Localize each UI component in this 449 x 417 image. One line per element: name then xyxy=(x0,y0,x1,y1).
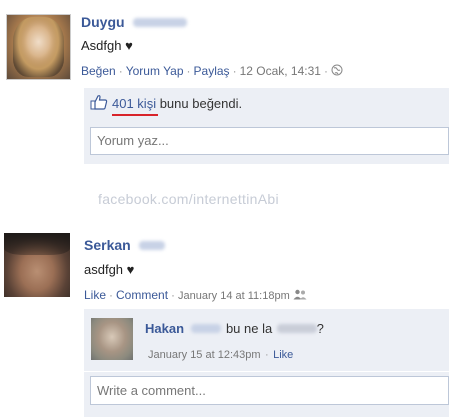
post-timestamp[interactable]: 12 Ocak, 14:31 xyxy=(240,64,321,78)
likes-count-link[interactable]: 401 kişi xyxy=(112,96,156,111)
avatar[interactable] xyxy=(6,14,71,80)
thumbs-up-icon xyxy=(90,95,108,110)
likes-suffix: bunu beğendi. xyxy=(159,96,243,111)
reply-timestamp[interactable]: January 15 at 12:43pm xyxy=(148,349,261,361)
blurred-surname xyxy=(139,241,166,251)
post-actions: Beğen · Yorum Yap · Paylaş · 12 Ocak, 14:31 · xyxy=(81,64,343,78)
post-text: Asdfgh ♥ xyxy=(81,38,133,53)
avatar[interactable] xyxy=(4,233,70,297)
divider xyxy=(84,371,449,372)
comment-link[interactable]: Yorum Yap xyxy=(126,64,184,78)
blurred-surname xyxy=(191,324,222,334)
like-link[interactable]: Like xyxy=(84,288,106,302)
red-underline-annotation xyxy=(112,114,158,116)
reply-text: bu ne la xyxy=(225,321,273,336)
post-actions: Like · Comment · January 14 at 11:18pm xyxy=(84,288,307,302)
like-link[interactable]: Beğen xyxy=(81,64,116,78)
reply-text-end: ? xyxy=(316,321,324,336)
post-timestamp[interactable]: January 14 at 11:18pm xyxy=(178,290,290,302)
reply-author[interactable]: Hakan xyxy=(145,321,184,336)
share-link[interactable]: Paylaş xyxy=(194,64,230,78)
post-text: asdfgh ♥ xyxy=(84,262,135,277)
author-name[interactable]: Duygu xyxy=(81,14,125,30)
watermark: facebook.com/internettinAbi xyxy=(98,191,279,207)
likes-summary: 401 kişi bunu beğendi. xyxy=(112,96,242,111)
blurred-surname xyxy=(133,18,188,28)
comment-input[interactable]: Yorum yaz... xyxy=(90,127,449,155)
post-author[interactable]: Duygu xyxy=(81,14,188,32)
comment-link[interactable]: Comment xyxy=(116,288,168,302)
blurred-word xyxy=(276,324,317,334)
comment-input[interactable]: Write a comment... xyxy=(90,376,449,405)
globe-icon xyxy=(331,64,343,76)
avatar[interactable] xyxy=(91,318,133,360)
people-icon xyxy=(293,289,307,300)
post-author[interactable]: Serkan xyxy=(84,237,166,255)
reply-meta: January 15 at 12:43pm · Like xyxy=(148,349,294,361)
reply-comment: Hakan bu ne la ? xyxy=(145,320,324,338)
reply-like-link[interactable]: Like xyxy=(273,349,293,361)
author-name[interactable]: Serkan xyxy=(84,237,131,253)
